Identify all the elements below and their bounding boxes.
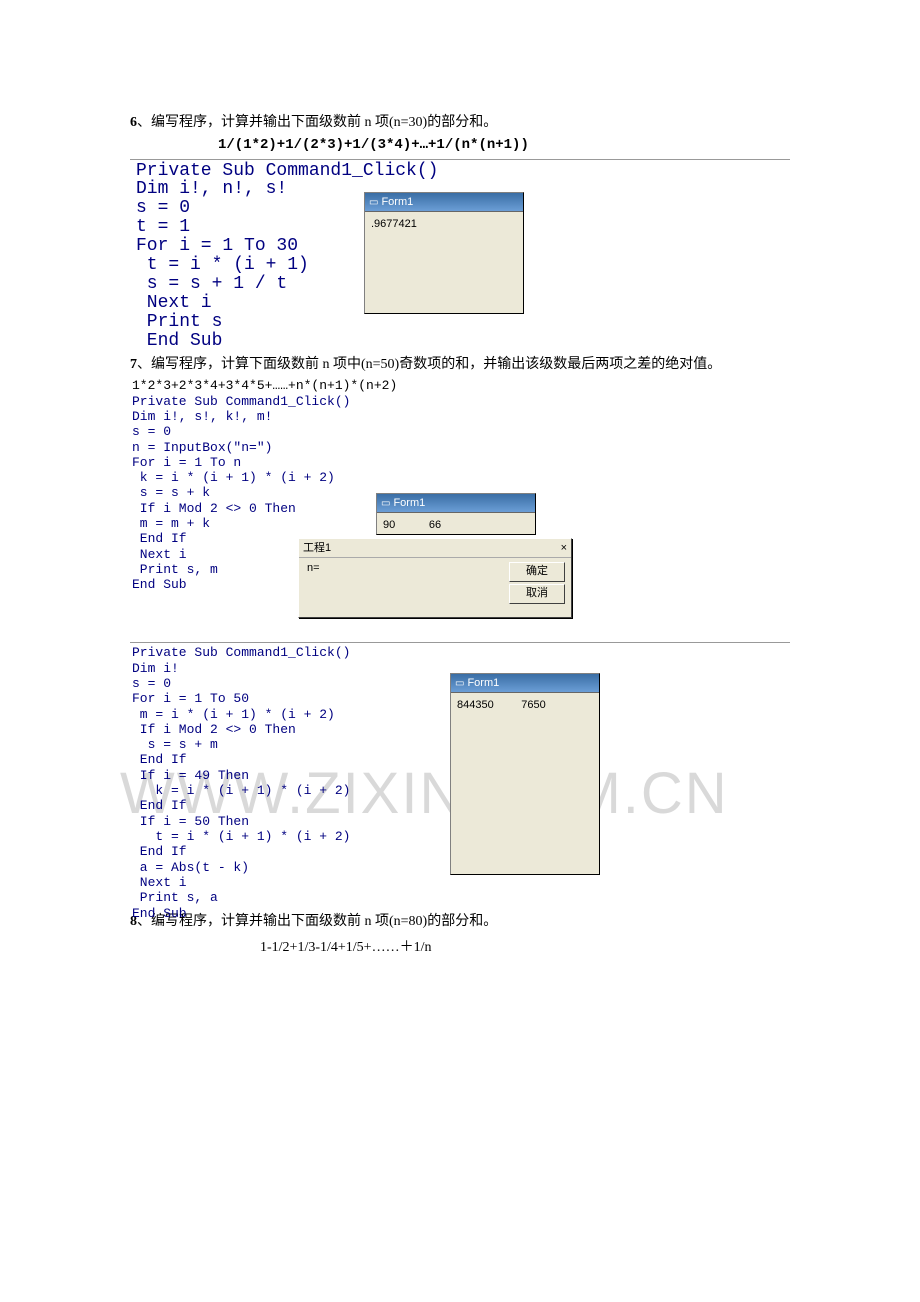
problem-7-text: 、编写程序，计算下面级数前 n 项中(n=50)奇数项的和，并输出该级数最后两项… (137, 357, 721, 372)
form-icon: ▭ (381, 498, 390, 509)
form1-window-7b: ▭Form1 844350 7650 (450, 673, 600, 875)
inputbox-prompt: n= (307, 562, 320, 574)
form1-title-6: Form1 (381, 196, 413, 208)
form-icon: ▭ (369, 197, 378, 208)
problem-7-series: 1*2*3+2*3*4+3*4*5+……+n*(n+1)*(n+2) (132, 378, 397, 393)
problem-6-formula: 1/(1*2)+1/(2*3)+1/(3*4)+…+1/(n*(n+1)) (218, 137, 790, 153)
form1-title-7b: Form1 (467, 677, 499, 689)
problem-6-title: 6、编写程序，计算并输出下面级数前 n 项(n=30)的部分和。 (130, 110, 790, 137)
out-7b-1: 844350 (457, 699, 494, 711)
problem-6-number: 6 (130, 115, 137, 130)
problem-6-block: Private Sub Command1_Click() Dim i!, n!,… (130, 159, 790, 340)
ok-button[interactable]: 确定 (509, 562, 565, 582)
form1-titlebar-7a: ▭Form1 (377, 494, 535, 513)
problem-7-number: 7 (130, 357, 137, 372)
form1-title-7a: Form1 (393, 497, 425, 509)
inputbox-dialog[interactable]: 工程1 × n= 确定 取消 (298, 538, 572, 618)
form1-window-6: ▭Form1 .9677421 (364, 192, 524, 314)
problem-7-block-b: Private Sub Command1_Click() Dim i! s = … (130, 642, 790, 901)
problem-7-code-b: Private Sub Command1_Click() Dim i! s = … (132, 645, 350, 921)
out-7b-2: 7650 (521, 699, 545, 711)
form1-titlebar-6: ▭Form1 (365, 193, 523, 212)
form-icon: ▭ (455, 678, 464, 689)
form1-window-7a: ▭Form1 90 66 (376, 493, 536, 535)
inputbox-titlebar: 工程1 × (299, 539, 571, 558)
close-icon[interactable]: × (561, 539, 567, 557)
inputbox-body: n= 确定 取消 (299, 558, 571, 618)
problem-6-text: 、编写程序，计算并输出下面级数前 n 项(n=30)的部分和。 (137, 115, 497, 130)
form1-body-7b: 844350 7650 (451, 693, 599, 718)
out-7a-1: 90 (383, 519, 395, 531)
form1-body-7a: 90 66 (377, 513, 535, 538)
problem-7-title: 7、编写程序，计算下面级数前 n 项中(n=50)奇数项的和，并输出该级数最后两… (130, 352, 790, 379)
cancel-button[interactable]: 取消 (509, 584, 565, 604)
inputbox-title: 工程1 (303, 539, 331, 557)
form1-titlebar-7b: ▭Form1 (451, 674, 599, 693)
out-7a-2: 66 (429, 519, 441, 531)
problem-8-formula: 1-1/2+1/3-1/4+1/5+……＋1/n (260, 936, 790, 956)
problem-7-block-a: 1*2*3+2*3*4+3*4*5+……+n*(n+1)*(n+2) Priva… (130, 378, 790, 638)
form1-body-6: .9677421 (365, 212, 523, 237)
